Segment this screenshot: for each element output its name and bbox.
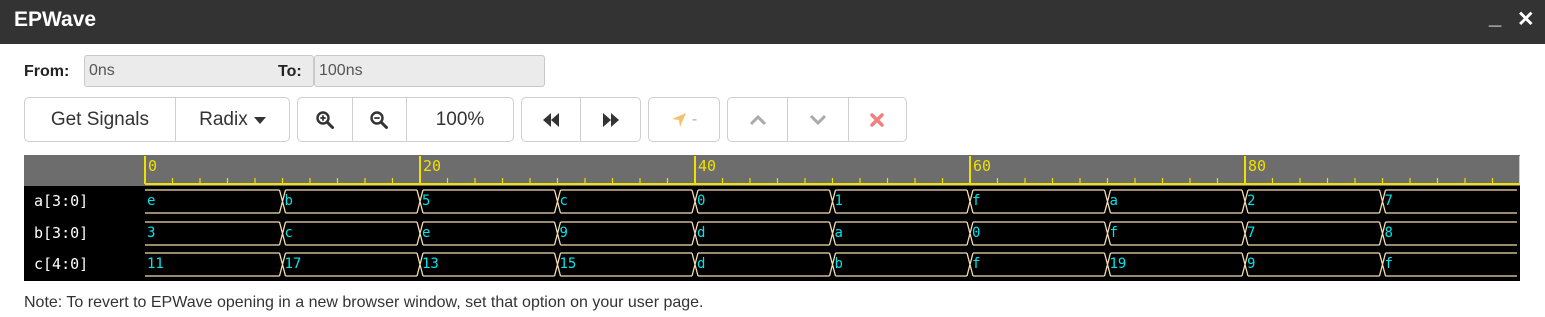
signal-segment (145, 252, 280, 277)
signal-value: e (147, 193, 156, 209)
signal-segment (966, 252, 1105, 277)
navigate-button-group (521, 97, 641, 142)
delete-signal-button[interactable] (849, 98, 906, 141)
signal-value: 0 (972, 225, 981, 241)
close-icon[interactable]: ✕ (1517, 7, 1535, 32)
signal-button-group: Get Signals Radix (24, 97, 290, 142)
zoom-in-button[interactable] (298, 98, 353, 141)
fast-forward-button[interactable] (581, 98, 640, 141)
to-label: To: (278, 63, 302, 80)
zoom-out-icon (370, 110, 389, 129)
zoom-level-display: 100% (435, 108, 485, 130)
from-label: From: (24, 63, 70, 80)
zoom-out-button[interactable] (353, 98, 407, 141)
radix-dropdown[interactable]: Radix (176, 98, 289, 141)
move-up-button[interactable] (728, 98, 789, 141)
signal-value: 7 (1247, 225, 1256, 241)
window-title: EPWave (14, 8, 97, 31)
signal-value: f (1109, 225, 1118, 241)
signal-value: f (1384, 256, 1393, 272)
signal-value: f (972, 193, 981, 209)
move-down-button[interactable] (788, 98, 849, 141)
signal-value: 13 (422, 256, 439, 272)
signal-value: c (559, 193, 568, 209)
rewind-icon (543, 112, 559, 127)
signal-name[interactable]: c[4:0] (34, 255, 88, 273)
signal-segment (1103, 221, 1242, 246)
signal-segment (416, 221, 555, 246)
signal-segment (1241, 221, 1380, 246)
signal-value: 8 (1384, 225, 1393, 241)
note-text: Note: To revert to EPWave opening in a n… (24, 294, 704, 311)
signal-value: c (284, 225, 293, 241)
zoom-button-group: 100% (297, 97, 514, 142)
signal-segment (828, 189, 967, 214)
cursor-value: - (691, 110, 698, 128)
signal-name[interactable]: b[3:0] (34, 224, 88, 242)
fast-forward-icon (602, 112, 619, 127)
signal-segment (416, 189, 555, 214)
signal-segment (691, 221, 830, 246)
signal-name[interactable]: a[3:0] (34, 192, 88, 210)
minimize-icon[interactable]: _ (1489, 4, 1501, 30)
signal-segment (1378, 221, 1517, 246)
signal-value: 7 (1384, 193, 1393, 209)
signal-segment (145, 189, 280, 214)
signal-value: 11 (147, 256, 164, 272)
signal-value: a (1109, 193, 1118, 209)
signal-segment (145, 221, 280, 246)
signal-value: 0 (697, 193, 706, 209)
caret-down-icon (253, 117, 266, 124)
radix-label: Radix (199, 108, 248, 130)
signal-value: f (972, 256, 981, 272)
signal-segment (1378, 252, 1517, 277)
zoom-in-icon (316, 110, 334, 129)
to-input[interactable] (314, 55, 545, 87)
signal-value: 15 (559, 256, 577, 272)
signal-value: a (834, 225, 843, 241)
signal-value: d (697, 225, 706, 241)
signal-segment (1103, 189, 1242, 214)
signal-value: 19 (1109, 256, 1127, 272)
signal-segment (278, 221, 417, 246)
signal-value: e (422, 225, 431, 241)
delete-icon (870, 112, 885, 127)
chevron-down-icon (809, 114, 827, 125)
signal-value: 5 (422, 193, 431, 209)
waveform-viewer[interactable]: 0 20 40 60 80 a[3:0] e b 5 c 0 1 f a 2 7 b[3:0] 3 c e 9 d a 0 f… (24, 155, 1520, 281)
cursor-arrow-icon (671, 112, 686, 127)
signal-value: d (697, 256, 706, 272)
get-signals-button[interactable]: Get Signals (25, 98, 176, 141)
signal-value: 17 (284, 256, 302, 272)
signal-segment (828, 252, 967, 277)
signal-value: 3 (147, 225, 156, 241)
chevron-up-icon (749, 114, 766, 125)
signal-value: 2 (1247, 193, 1256, 209)
signal-segment (553, 189, 692, 214)
signal-segment (1241, 189, 1380, 214)
signal-segment (691, 252, 830, 277)
signal-order-button-group (727, 97, 907, 142)
signal-segment (966, 189, 1105, 214)
window-titlebar: EPWave _ ✕ (0, 0, 1545, 44)
signal-segment (828, 221, 967, 246)
signal-traces (145, 189, 1517, 277)
signal-value: 9 (1247, 256, 1256, 272)
signal-value: 9 (559, 225, 568, 241)
signal-value: 1 (834, 193, 843, 209)
signal-segment (278, 189, 417, 214)
signal-segment (966, 221, 1105, 246)
signal-segment (553, 221, 692, 246)
signal-segment (691, 189, 830, 214)
cursor-marker-button[interactable]: - (649, 98, 719, 141)
cursor-button-group: - (648, 97, 720, 142)
rewind-button[interactable] (522, 98, 582, 141)
signal-value: b (284, 193, 293, 209)
signal-segment (1378, 189, 1517, 214)
signal-segment (1241, 252, 1380, 277)
signal-value: b (834, 256, 843, 272)
